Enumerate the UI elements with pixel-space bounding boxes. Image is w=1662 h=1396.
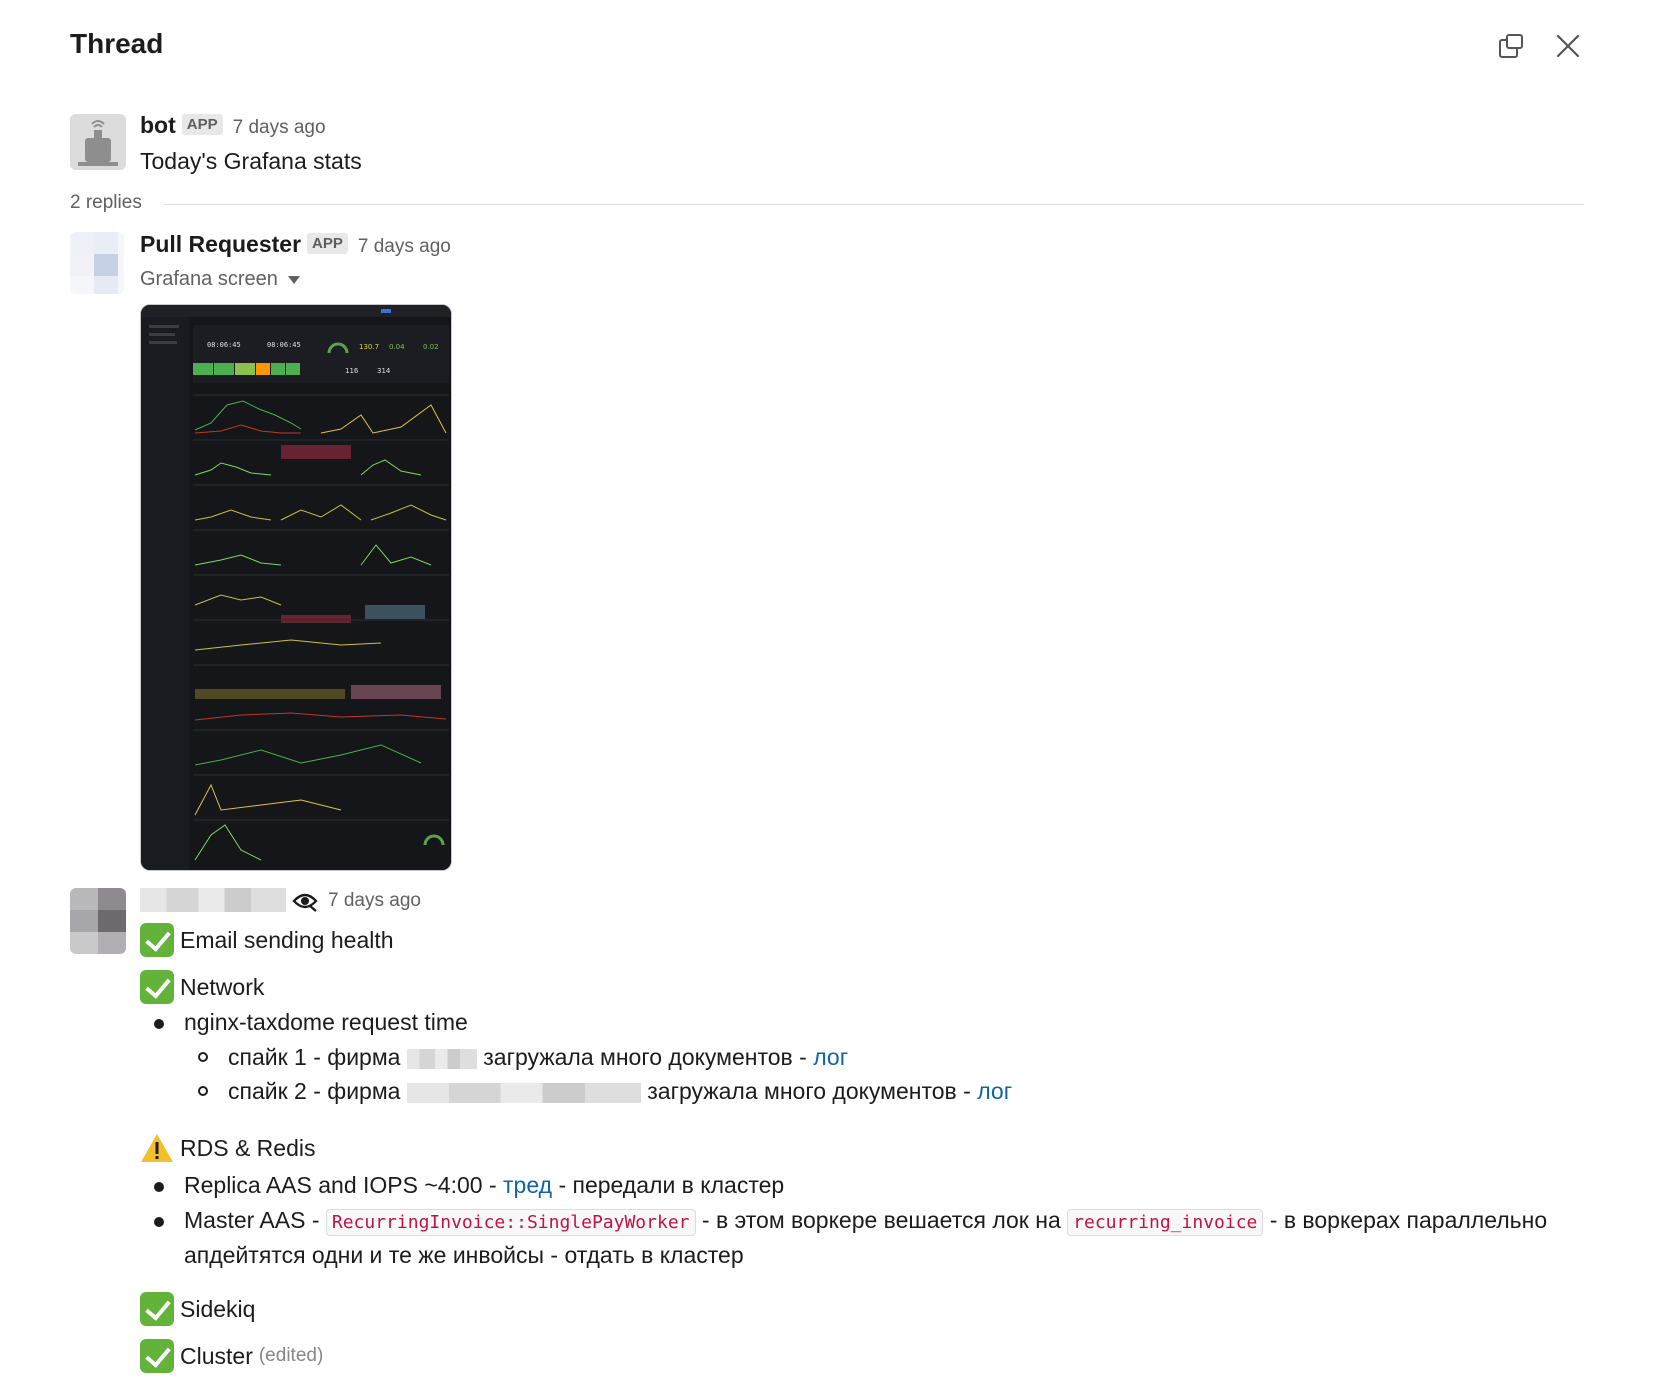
redacted-firm (406, 1048, 477, 1069)
redacted-name (140, 888, 286, 912)
svg-text:08:06:45: 08:06:45 (267, 341, 301, 349)
robot-icon (70, 114, 126, 170)
reply1-author[interactable]: Pull Requester (140, 231, 301, 257)
section-cluster-label: Cluster (180, 1342, 253, 1369)
master-post: - в воркерах параллельно (1269, 1207, 1548, 1233)
check-mark-icon (140, 1292, 174, 1326)
spike1-post: загружала много документов - (483, 1044, 807, 1070)
grafana-screenshot[interactable]: 08:06:45 08:06:45 130.7 0.04 0.02 116 31… (140, 304, 452, 871)
list-item: Master AAS - RecurringInvoice::SinglePay… (154, 1203, 1548, 1240)
reply2-avatar[interactable] (70, 888, 126, 954)
list-item: nginx-taxdome request time (154, 1005, 468, 1039)
bot-avatar[interactable] (70, 114, 126, 170)
dashboard-thumbnail: 08:06:45 08:06:45 130.7 0.04 0.02 116 31… (141, 305, 451, 870)
master-mid: - в этом воркере вешается лок на (701, 1207, 1061, 1233)
code-snippet: recurring_invoice (1067, 1209, 1264, 1236)
log-link[interactable]: лог (813, 1044, 848, 1070)
redacted-firm (406, 1082, 641, 1103)
thread-link[interactable]: тред (503, 1172, 552, 1198)
spike2-post: загружала много документов - (647, 1078, 971, 1104)
list-item: спайк 1 - фирма загружала много документ… (198, 1040, 848, 1074)
bullet-ring (198, 1086, 208, 1096)
parent-author-row: bot APP 7 days ago (140, 112, 326, 139)
popout-icon (1499, 34, 1523, 58)
warning-icon (141, 1134, 173, 1162)
parent-author[interactable]: bot (140, 112, 176, 138)
eye-icon (292, 893, 318, 912)
section-network: Network (140, 970, 264, 1004)
reply1-author-row: Pull Requester APP 7 days ago (140, 231, 451, 258)
bullet-ring (198, 1052, 208, 1062)
reply2-timestamp[interactable]: 7 days ago (328, 890, 421, 912)
replies-divider (164, 204, 1584, 205)
replies-count: 2 replies (70, 192, 142, 213)
app-badge: APP (307, 233, 348, 255)
avatar-pixel-icon (70, 888, 126, 954)
bullet-dot (154, 1217, 164, 1227)
app-badge: APP (181, 114, 223, 136)
file-label: Grafana screen (140, 268, 278, 290)
svg-text:314: 314 (377, 367, 391, 375)
thread-title: Thread (70, 28, 164, 59)
section-sidekiq-label: Sidekiq (180, 1295, 256, 1322)
section-sidekiq: Sidekiq (140, 1292, 255, 1326)
replica-post: - передали в кластер (558, 1172, 785, 1198)
popout-button[interactable] (1493, 28, 1529, 64)
section-email: Email sending health (140, 923, 394, 957)
check-mark-icon (140, 923, 174, 957)
section-rds-label: RDS & Redis (180, 1134, 316, 1161)
list-item: спайк 2 - фирма загружала много документ… (198, 1074, 1012, 1108)
network-bullet-text: nginx-taxdome request time (184, 1009, 468, 1035)
master-line2: апдейтятся одни и те же инвойсы - отдать… (184, 1242, 744, 1268)
avatar-pixel-icon (70, 232, 118, 294)
close-button[interactable] (1550, 28, 1586, 64)
svg-text:0.02: 0.02 (423, 343, 439, 351)
thread-header: Thread (0, 0, 1662, 90)
file-toggle[interactable]: Grafana screen (140, 268, 300, 291)
pull-requester-avatar[interactable] (70, 232, 124, 294)
parent-text: Today's Grafana stats (140, 148, 362, 174)
bullet-dot (154, 1019, 164, 1029)
section-cluster: Cluster (edited) (140, 1339, 323, 1373)
check-mark-icon (140, 1339, 174, 1373)
list-item: Replica AAS and IOPS ~4:00 - тред - пере… (154, 1168, 785, 1202)
reply1-timestamp[interactable]: 7 days ago (358, 236, 451, 257)
reply2-meta: 7 days ago (292, 890, 421, 912)
svg-text:130.7: 130.7 (359, 343, 379, 351)
svg-text:08:06:45: 08:06:45 (207, 341, 241, 349)
log-link[interactable]: лог (977, 1078, 1012, 1104)
check-mark-icon (140, 970, 174, 1004)
spike1-pre: спайк 1 - фирма (228, 1044, 401, 1070)
caret-down-icon (287, 275, 300, 284)
bullet-dot (154, 1182, 164, 1192)
replica-pre: Replica AAS and IOPS ~4:00 - (184, 1172, 497, 1198)
svg-text:116: 116 (345, 367, 359, 375)
parent-timestamp[interactable]: 7 days ago (233, 117, 326, 138)
master-pre: Master AAS - (184, 1207, 320, 1233)
section-network-label: Network (180, 973, 265, 1000)
svg-text:0.04: 0.04 (389, 343, 405, 351)
code-snippet: RecurringInvoice::SinglePayWorker (325, 1209, 696, 1236)
section-email-label: Email sending health (180, 926, 394, 953)
section-rds: RDS & Redis (140, 1132, 315, 1164)
close-icon (1556, 34, 1580, 58)
reply2-author-redacted[interactable] (140, 888, 286, 912)
spike2-pre: спайк 2 - фирма (228, 1078, 401, 1104)
edited-marker: (edited) (258, 1345, 324, 1366)
